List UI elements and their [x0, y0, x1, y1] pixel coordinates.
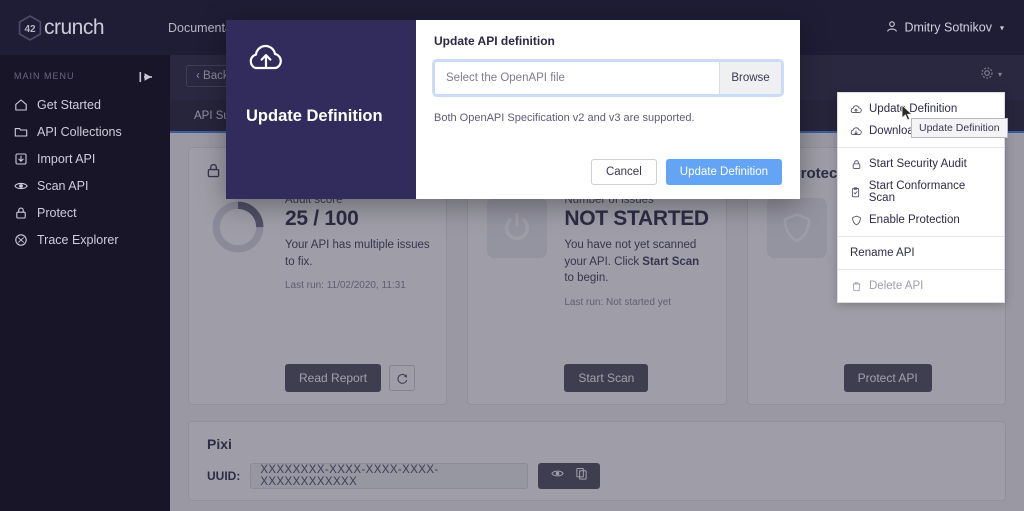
- svg-text:42: 42: [24, 24, 36, 35]
- sidebar-item-get-started[interactable]: Get Started: [0, 91, 170, 118]
- user-menu[interactable]: Dmitry Sotnikov ▾: [886, 20, 1004, 35]
- sidebar-item-protect[interactable]: Protect: [0, 199, 170, 226]
- modal-actions: Cancel Update Definition: [434, 159, 782, 185]
- collapse-panel-icon[interactable]: [138, 69, 154, 85]
- menu-item-start-security-audit[interactable]: Start Security Audit: [838, 153, 1004, 175]
- download-cloud-icon: [850, 126, 862, 137]
- menu-separator: [838, 269, 1004, 270]
- update-definition-modal: Update Definition Update API definition …: [226, 20, 800, 199]
- sidebar-item-api-collections[interactable]: API Collections: [0, 118, 170, 145]
- app-root: 42 crunch Documentation Dmitry Sotnikov …: [0, 0, 1024, 511]
- menu-item-delete-api[interactable]: Delete API: [838, 275, 1004, 297]
- sidebar-item-scan-api[interactable]: Scan API: [0, 172, 170, 199]
- update-definition-submit-button[interactable]: Update Definition: [666, 159, 782, 185]
- file-path-input[interactable]: Select the OpenAPI file: [435, 62, 719, 94]
- chevron-down-icon: ▾: [1000, 23, 1004, 32]
- lock-icon: [14, 206, 28, 220]
- tooltip-update-definition: Update Definition: [911, 118, 1008, 138]
- sidebar-item-label: Get Started: [37, 98, 101, 112]
- modal-note: Both OpenAPI Specification v2 and v3 are…: [434, 112, 782, 124]
- sidebar-item-label: Scan API: [37, 179, 88, 193]
- menu-item-enable-protection[interactable]: Enable Protection: [838, 209, 1004, 231]
- sidebar-item-label: Import API: [37, 152, 95, 166]
- sidebar-item-label: Trace Explorer: [37, 233, 119, 247]
- menu-item-label: Delete API: [869, 280, 923, 292]
- lock-icon: [850, 159, 862, 170]
- sidebar: MAIN MENU Get Started API Collections: [0, 55, 170, 511]
- cancel-button[interactable]: Cancel: [591, 159, 657, 185]
- home-icon: [14, 98, 28, 112]
- browse-button[interactable]: Browse: [719, 62, 781, 94]
- modal-sidebar: Update Definition: [226, 20, 416, 199]
- menu-item-label: Start Conformance Scan: [869, 180, 992, 204]
- menu-item-update-definition[interactable]: Update Definition: [838, 98, 1004, 120]
- menu-item-label: Start Security Audit: [869, 158, 967, 170]
- menu-item-label: Rename API: [850, 247, 915, 259]
- menu-separator: [838, 236, 1004, 237]
- shield-icon: [850, 215, 862, 226]
- hexagon-42-icon: 42: [18, 15, 42, 41]
- trash-icon: [850, 281, 862, 292]
- menu-item-label: Enable Protection: [869, 214, 960, 226]
- menu-item-rename-api[interactable]: Rename API: [838, 242, 1004, 264]
- brand-logo[interactable]: 42 crunch: [18, 15, 148, 41]
- clipboard-check-icon: [850, 187, 862, 198]
- upload-cloud-icon: [850, 104, 862, 115]
- upload-cloud-icon: [246, 42, 396, 79]
- sidebar-item-import-api[interactable]: Import API: [0, 145, 170, 172]
- import-icon: [14, 152, 28, 166]
- sidebar-item-label: API Collections: [37, 125, 122, 139]
- brand-name: crunch: [44, 16, 104, 40]
- trace-icon: [14, 233, 28, 247]
- sidebar-item-trace-explorer[interactable]: Trace Explorer: [0, 226, 170, 253]
- user-name-label: Dmitry Sotnikov: [904, 21, 992, 35]
- sidebar-item-label: Protect: [37, 206, 77, 220]
- modal-sidebar-title: Update Definition: [246, 107, 396, 126]
- menu-item-start-conformance-scan[interactable]: Start Conformance Scan: [838, 175, 1004, 209]
- eye-icon: [14, 179, 28, 193]
- modal-title: Update API definition: [434, 34, 782, 48]
- menu-separator: [838, 147, 1004, 148]
- mouse-cursor-icon: [901, 104, 914, 127]
- folder-icon: [14, 125, 28, 139]
- file-input-group[interactable]: Select the OpenAPI file Browse: [434, 61, 782, 95]
- modal-content: Update API definition Select the OpenAPI…: [416, 20, 800, 199]
- user-icon: [886, 20, 898, 35]
